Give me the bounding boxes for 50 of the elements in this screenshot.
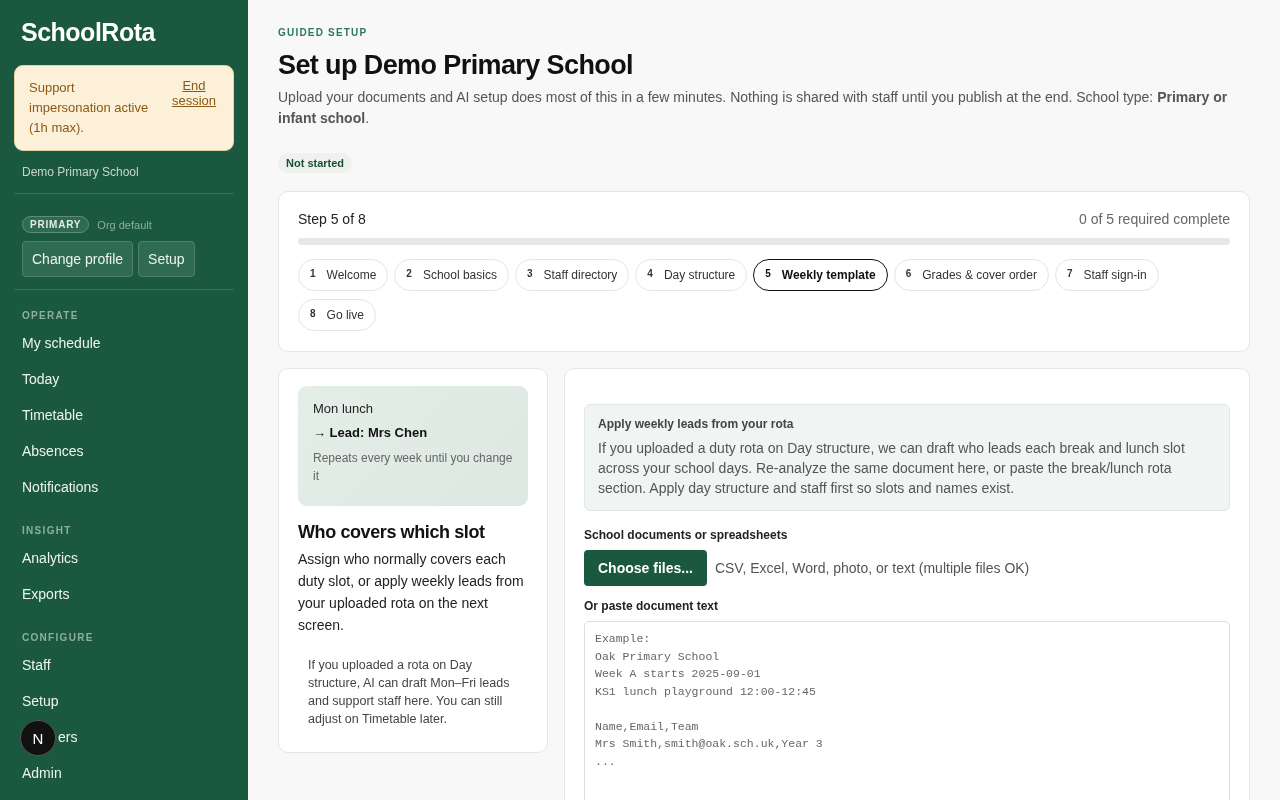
choose-files-button[interactable]: Choose files...	[584, 550, 707, 586]
step-tab[interactable]: 8 Go live	[298, 299, 376, 331]
progress-label: 0 of 5 required complete	[1079, 211, 1230, 227]
sidebar-button[interactable]: Setup	[138, 241, 195, 277]
step-tab[interactable]: 2 School basics	[394, 259, 509, 291]
section-heading: OPERATE	[22, 310, 80, 321]
slot-name: Mon lunch	[313, 401, 374, 416]
files-hint: CSV, Excel, Word, photo, or text (multiple files OK)	[714, 560, 1030, 576]
section-heading: INSIGHT	[22, 525, 73, 536]
intro-tip: If you uploaded a rota on Day structure, AI can draft Mon–Fri leads and support staff here. You can still adjust on Timetable later.	[307, 657, 511, 728]
end-session-link[interactable]: End session	[169, 78, 219, 138]
step-tab[interactable]: 4 Day structure	[635, 259, 748, 291]
nav-item[interactable]: Absences	[22, 442, 84, 460]
school-name: Demo Primary School	[22, 165, 140, 179]
nav-item[interactable]: Analytics	[22, 549, 79, 567]
nav-item[interactable]: Exports	[22, 585, 70, 603]
step-tab[interactable]: 7 Staff sign-in	[1054, 259, 1159, 291]
nav-item[interactable]: Timetable	[22, 406, 83, 424]
section-heading: CONFIGURE	[22, 632, 95, 643]
step-label: Step 5 of 8	[298, 211, 366, 227]
step-tab[interactable]: 5 Weekly template	[753, 259, 888, 291]
intro-title: Who covers which slot	[298, 522, 486, 543]
nav-item[interactable]: ers	[58, 728, 78, 746]
info-title: Apply weekly leads from your rota	[598, 417, 795, 431]
step-tab[interactable]: 1 Welcome	[298, 259, 389, 291]
status-pill: Not started	[278, 153, 353, 173]
notice-text: Support impersonation active (1h max).	[29, 79, 150, 137]
paste-text-field[interactable]: Example: Oak Primary School Week A starts 2025-09-01 KS1 lunch playground 12:00-12:45 Name,Email,Team Mrs Smith,smith@oak.sch.uk,Year 3 ...	[584, 621, 1230, 800]
logo: SchoolRota	[21, 18, 157, 47]
nav-item[interactable]: Admin	[22, 764, 62, 782]
nav-item[interactable]: My schedule	[22, 334, 101, 352]
profile-note: Org default	[97, 218, 152, 231]
step-tab[interactable]: 6 Grades & cover order	[893, 259, 1049, 291]
info-text: If you uploaded a duty rota on Day structure, we can draft who leads each break and lunch slot across your school days. Re-analyze the same document here, or paste the break/lunch rota section. Apply day structure and staff first so slots and names exist.	[598, 439, 1186, 498]
sidebar-button[interactable]: Change profile	[22, 241, 134, 277]
field-label: Or paste document text	[584, 599, 720, 613]
eyebrow: GUIDED SETUP	[278, 27, 369, 38]
nav-item[interactable]: Setup	[22, 692, 59, 710]
profile-badge: PRIMARY	[22, 216, 90, 233]
intro-text: Assign who normally covers each duty slot, or apply weekly leads from your uploaded rota on the next screen.	[298, 550, 525, 635]
step-tab[interactable]: 3 Staff directory	[514, 259, 630, 291]
slot-note: Repeats every week until you change it	[313, 450, 513, 485]
field-label: School documents or spreadsheets	[584, 528, 789, 542]
page-description: Upload your documents and AI setup does most of this in a few minutes. Nothing is shared with staff until you publish at the end. School type: Primary or infant school.	[278, 88, 1229, 128]
page-title: Set up Demo Primary School	[278, 50, 634, 81]
nav-item[interactable]: Notifications	[22, 478, 99, 496]
nav-item[interactable]: Staff	[22, 656, 51, 674]
nav-item[interactable]: Today	[22, 370, 60, 388]
slot-lead: → Lead: Mrs Chen	[313, 425, 429, 440]
floating-badge[interactable]: N	[20, 720, 56, 756]
